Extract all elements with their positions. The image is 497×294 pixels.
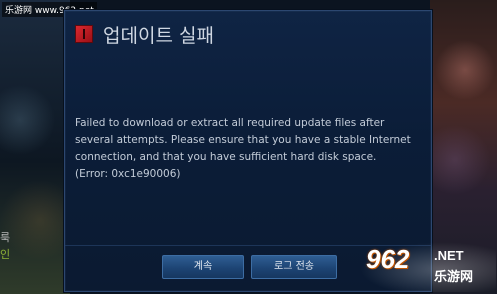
dialog-message: Failed to download or extract all requir… xyxy=(75,115,425,183)
dialog-title: 업데이트 실패 xyxy=(103,25,214,47)
dialog-header: 업데이트 실패 xyxy=(65,11,431,47)
background-art-left xyxy=(0,0,70,294)
alert-icon xyxy=(75,25,93,43)
watermark-logo-suffix: .NET xyxy=(434,248,464,263)
send-log-button[interactable]: 로그 전송 xyxy=(251,255,337,279)
background-side-text: 룩 xyxy=(0,231,11,244)
continue-button[interactable]: 계속 xyxy=(162,255,244,279)
error-code-text: (Error: 0xc1e90006) xyxy=(75,168,181,180)
watermark-logo-number: 962 xyxy=(366,244,410,274)
watermark-logo-cn: 乐游网 xyxy=(434,270,474,285)
background-side-text-green: 인 xyxy=(0,248,11,261)
error-message-text: Failed to download or extract all requir… xyxy=(75,117,411,163)
site-watermark-logo: 962 .NET 乐游网 xyxy=(360,242,496,292)
